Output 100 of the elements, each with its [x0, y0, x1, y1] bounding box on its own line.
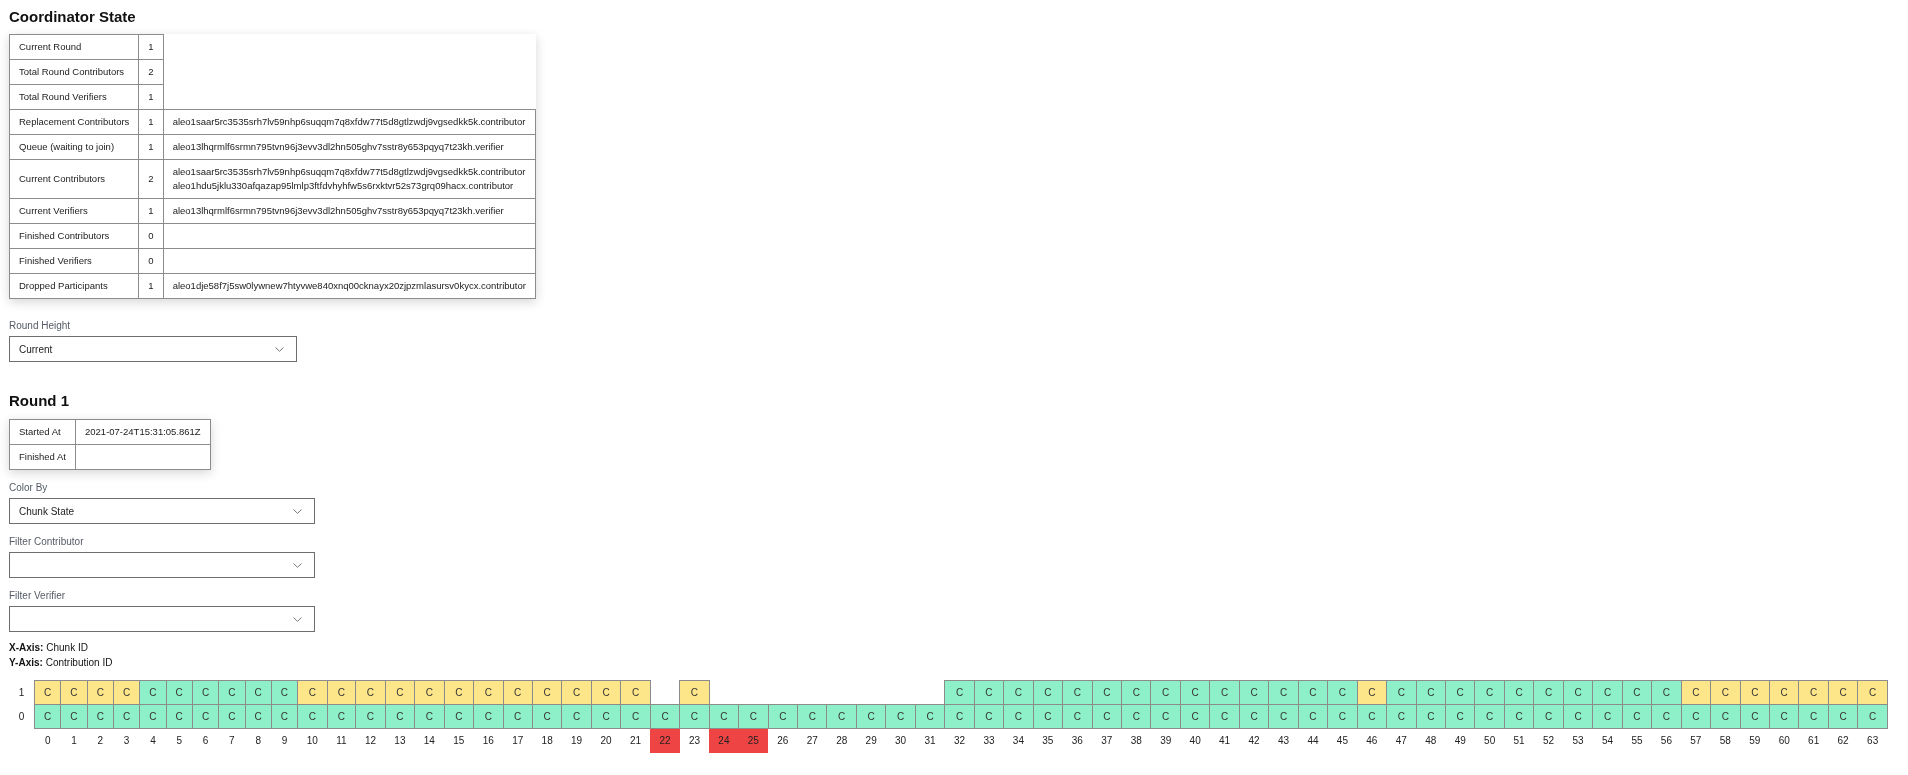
chunk-id-label: 22 — [650, 728, 680, 753]
chunk-cell: C — [1445, 680, 1475, 705]
chunk-id-label: 15 — [444, 728, 474, 753]
chevron-down-icon — [293, 562, 302, 568]
chunk-id-label: 33 — [974, 728, 1004, 753]
table-cell: Replacement Contributors — [9, 109, 139, 135]
chunk-id-label: 51 — [1504, 728, 1534, 753]
chunk-cell: C — [444, 680, 474, 705]
chunk-id-label: 5 — [166, 728, 193, 753]
table-cell: 1 — [138, 198, 164, 224]
table-cell: 1 — [138, 273, 164, 299]
chunk-cell: C — [60, 680, 88, 705]
chunk-cell: C — [650, 704, 680, 729]
chunk-cell: C — [245, 680, 272, 705]
chunk-id-label: 10 — [297, 728, 328, 753]
chunk-id-label: 39 — [1150, 728, 1181, 753]
chunk-cell: C — [1798, 680, 1829, 705]
section-heading: Round 1 — [9, 391, 69, 410]
chunk-id-label: 40 — [1180, 728, 1210, 753]
chunk-cell: C — [1121, 680, 1151, 705]
field-label: Filter Contributor — [9, 535, 84, 549]
chunk-id-label: 7 — [218, 728, 245, 753]
dropdown-select[interactable] — [9, 606, 315, 632]
chunk-id-label: 29 — [856, 728, 886, 753]
chunk-id-label: 53 — [1563, 728, 1593, 753]
chunk-id-label: 61 — [1798, 728, 1829, 753]
chunk-id-label: 36 — [1062, 728, 1093, 753]
table-cell: 1 — [138, 84, 164, 110]
chunk-id-label: 55 — [1622, 728, 1652, 753]
chunk-cell: C — [856, 704, 886, 729]
chunk-id-label: 9 — [271, 728, 298, 753]
chunk-id-label: 3 — [113, 728, 140, 753]
chunk-cell: C — [1622, 680, 1652, 705]
participant-address: aleo1dje58f7j5sw0lywnew7htyvwe840xnq00cknayx20zjpzmlasursv0kycx.contributor — [172, 279, 526, 293]
chunk-id-label: 58 — [1710, 728, 1741, 753]
chunk-cell: C — [944, 680, 975, 705]
chunk-cell: C — [473, 680, 503, 705]
dropdown-select[interactable]: Current — [9, 336, 297, 362]
chunk-cell: C — [679, 680, 710, 705]
chunk-cell: C — [34, 680, 61, 705]
chunk-id-label: 14 — [414, 728, 445, 753]
chunk-id-label: 30 — [885, 728, 916, 753]
chunk-id-label: 12 — [355, 728, 386, 753]
chunk-cell: C — [1504, 680, 1534, 705]
section-heading: Coordinator State — [9, 7, 136, 26]
chunk-id-label: 57 — [1681, 728, 1711, 753]
chunk-cell: C — [355, 680, 386, 705]
chevron-down-icon — [275, 346, 284, 352]
chunk-id-label: 2 — [87, 728, 114, 753]
chunk-cell: C — [620, 680, 651, 705]
chunk-cell: C — [532, 680, 562, 705]
chunk-cell: C — [1003, 680, 1034, 705]
chunk-cell: C — [1150, 680, 1181, 705]
chunk-id-label: 21 — [620, 728, 651, 753]
chunk-cell: C — [709, 704, 739, 729]
chunk-cell: C — [192, 680, 219, 705]
participant-address: aleo1saar5rc3535srh7lv59nhp6suqqm7q8xfdw77t5d8gtlzwdj9vgsedkk5k.contributor — [172, 165, 526, 179]
chunk-cell: C — [1828, 680, 1858, 705]
chunk-cell: C — [1327, 680, 1358, 705]
chunk-cell: C — [1357, 680, 1387, 705]
chunk-cell: C — [885, 704, 916, 729]
chunk-cell: C — [1563, 680, 1593, 705]
table-cell: 1 — [138, 109, 164, 135]
chunk-id-label: 0 — [34, 728, 61, 753]
chunk-id-label: 27 — [797, 728, 827, 753]
chunk-cell: C — [1592, 680, 1623, 705]
chunk-id-label: 48 — [1416, 728, 1446, 753]
chunk-cell: C — [414, 680, 445, 705]
table-cell: Total Round Verifiers — [9, 84, 139, 110]
dropdown-select[interactable]: Chunk State — [9, 498, 315, 524]
chunk-cell: C — [327, 680, 356, 705]
chunk-id-label: 24 — [709, 728, 739, 753]
chunk-id-label: 45 — [1327, 728, 1358, 753]
chunk-cell: C — [1857, 680, 1888, 705]
chevron-down-icon — [293, 508, 302, 514]
chunk-id-label: 26 — [768, 728, 798, 753]
table-cell: Finished At — [9, 444, 76, 470]
table-cell: 0 — [138, 223, 164, 249]
chunk-cell: C — [1092, 680, 1122, 705]
chunk-cell: C — [297, 680, 328, 705]
table-cell: 1 — [138, 34, 164, 60]
chevron-down-icon — [293, 616, 302, 622]
participant-address: aleo1saar5rc3535srh7lv59nhp6suqqm7q8xfdw77t5d8gtlzwdj9vgsedkk5k.contributor — [172, 115, 526, 129]
chunk-cell: C — [113, 680, 140, 705]
chunk-cell: C — [385, 680, 415, 705]
table-cell: Current Round — [9, 34, 139, 60]
chunk-id-label: 18 — [532, 728, 562, 753]
chunk-id-label: 49 — [1445, 728, 1475, 753]
chunk-cell: C — [1710, 680, 1741, 705]
chunk-cell: C — [915, 704, 945, 729]
chunk-cell: C — [218, 680, 245, 705]
table-cell: 1 — [138, 134, 164, 160]
chunk-cell: C — [139, 680, 167, 705]
chunk-id-label: 37 — [1092, 728, 1122, 753]
table-cell: Finished Verifiers — [9, 248, 139, 274]
chunk-cell: C — [1268, 680, 1299, 705]
dropdown-select[interactable] — [9, 552, 315, 578]
chunk-id-label: 63 — [1857, 728, 1888, 753]
participant-address: aleo1hdu5jklu330afqazap95lmlp3ftfdvhyhfw5s6rxktvr52s73grq09hacx.contributor — [172, 179, 515, 193]
chunk-id-label: 32 — [944, 728, 975, 753]
